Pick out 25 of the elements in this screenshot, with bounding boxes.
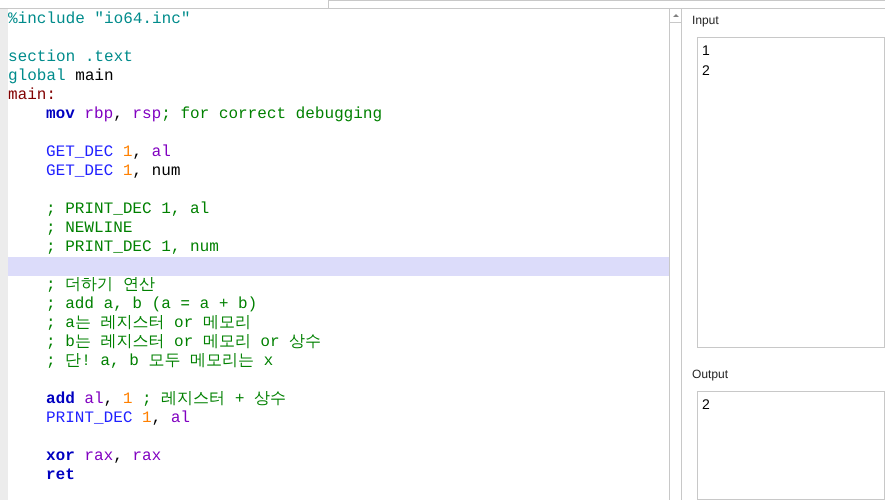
code-line: ; a는 레지스터 or 메모리 [46, 314, 251, 333]
code-line: ; 단! a, b 모두 메모리는 x [46, 352, 274, 371]
code-line: ; add a, b (a = a + b) [46, 295, 258, 314]
code-line: %include "io64.inc" [8, 10, 190, 29]
code-line: ; NEWLINE [46, 219, 132, 238]
code-line: mov rbp, rsp; for correct debugging [46, 105, 382, 124]
output-field[interactable]: 2 [697, 391, 885, 500]
code-line: main: [8, 86, 56, 105]
code-line: ; PRINT_DEC 1, al [46, 200, 210, 219]
code-line: ; b는 레지스터 or 메모리 or 상수 [46, 333, 322, 352]
code-line: ret [46, 466, 75, 485]
code-line: global main [8, 67, 114, 86]
code-line: xor rax, rax [46, 447, 162, 466]
input-label: Input [692, 12, 720, 29]
output-label: Output [692, 366, 730, 383]
code-line: PRINT_DEC 1, al [46, 409, 190, 428]
code-line: GET_DEC 1, al [46, 143, 171, 162]
code-line: section .text [8, 48, 133, 67]
input-field[interactable]: 1 2 [697, 37, 885, 348]
code-line: ; PRINT_DEC 1, num [46, 238, 219, 257]
code-line: add al, 1 ; 레지스터 + 상수 [46, 390, 286, 409]
scrollbar[interactable] [669, 9, 682, 500]
code-line: GET_DEC 1, num [46, 162, 180, 181]
code-line: ; 더하기 연산 [46, 276, 155, 295]
code-editor[interactable] [0, 9, 670, 500]
